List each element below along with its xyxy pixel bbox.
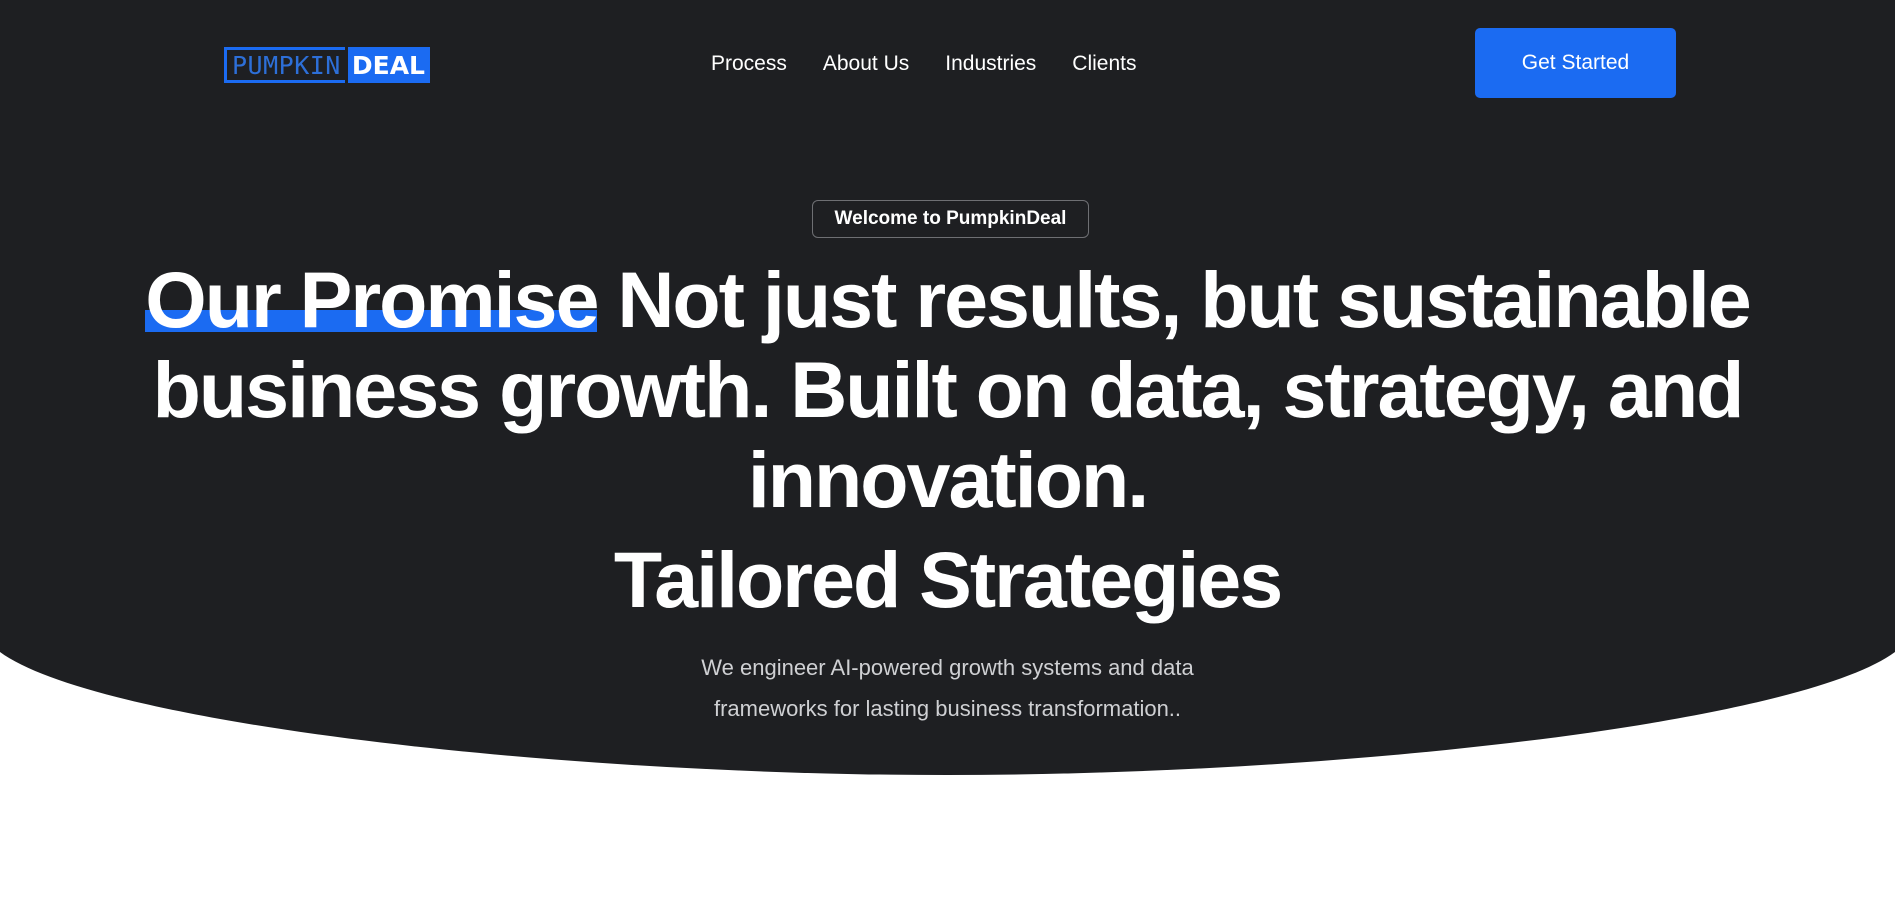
- brand-logo[interactable]: PUMPKIN DEAL: [224, 47, 430, 83]
- nav-item-industries[interactable]: Industries: [945, 52, 1036, 76]
- get-started-button[interactable]: Get Started: [1475, 28, 1676, 98]
- hero-headline: Our Promise Not just results, but sustai…: [140, 255, 1755, 525]
- main-nav: Process About Us Industries Clients: [711, 50, 1137, 78]
- hero-subtitle: We engineer AI-powered growth systems an…: [701, 655, 1194, 721]
- rotating-tagline: Tailored Strategies: [613, 535, 1283, 624]
- nav-item-about-us[interactable]: About Us: [823, 52, 909, 76]
- headline-highlight: Our Promise: [145, 255, 599, 344]
- logo-text-pumpkin: PUMPKIN: [224, 47, 345, 83]
- nav-item-process[interactable]: Process: [711, 52, 787, 76]
- site-header: PUMPKIN DEAL Process About Us Industries…: [0, 0, 1895, 128]
- nav-item-clients[interactable]: Clients: [1072, 52, 1136, 76]
- logo-text-deal: DEAL: [344, 47, 430, 83]
- welcome-badge: Welcome to PumpkinDeal: [812, 200, 1089, 238]
- hero-section: PUMPKIN DEAL Process About Us Industries…: [0, 0, 1895, 916]
